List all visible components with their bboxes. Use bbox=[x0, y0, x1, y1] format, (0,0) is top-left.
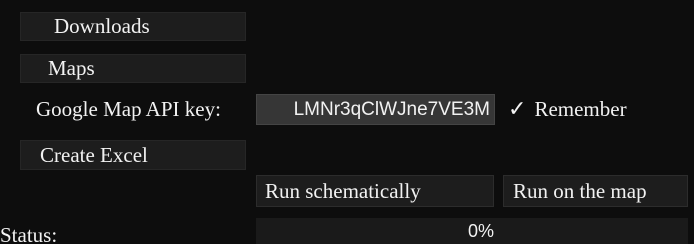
status-label: Status: bbox=[0, 223, 58, 244]
maps-button[interactable]: Maps bbox=[20, 54, 246, 83]
remember-checkbox[interactable]: ✓ Remember bbox=[508, 94, 627, 125]
run-schematically-button[interactable]: Run schematically bbox=[256, 175, 494, 207]
progress-bar: 0% bbox=[256, 218, 688, 244]
api-key-label: Google Map API key: bbox=[36, 97, 221, 121]
create-excel-button[interactable]: Create Excel bbox=[20, 140, 246, 170]
downloads-button[interactable]: Downloads bbox=[20, 12, 246, 41]
main-panel: Downloads Maps Google Map API key: LMNr3… bbox=[0, 0, 694, 244]
check-icon: ✓ bbox=[508, 96, 527, 122]
run-on-map-button[interactable]: Run on the map bbox=[503, 175, 688, 207]
api-key-value: LMNr3qClWJne7VE3M bbox=[293, 99, 490, 120]
api-key-input[interactable]: LMNr3qClWJne7VE3M bbox=[256, 94, 495, 125]
remember-label: Remember bbox=[534, 97, 627, 121]
progress-text: 0% bbox=[467, 221, 494, 241]
